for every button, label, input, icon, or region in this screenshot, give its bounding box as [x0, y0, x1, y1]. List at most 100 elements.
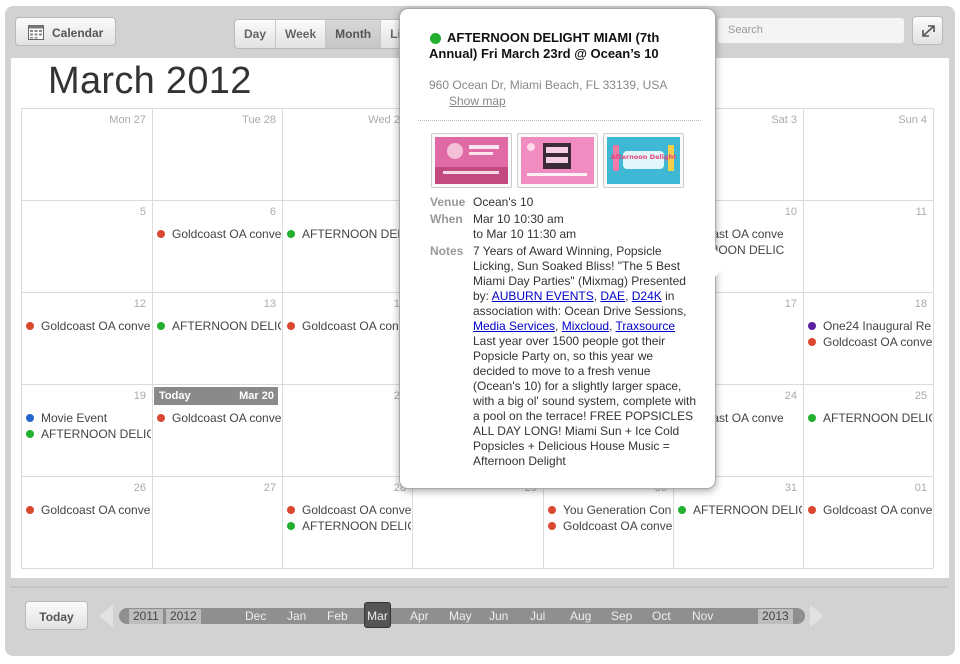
weekday-header: Sat 3: [771, 114, 797, 126]
view-day-tab[interactable]: Day: [235, 20, 277, 48]
day-number[interactable]: 11: [887, 206, 927, 218]
event-label: Goldcoast OA conve: [41, 319, 151, 333]
calendar-event[interactable]: Goldcoast OA conve: [22, 502, 151, 518]
when-label: When: [430, 212, 463, 226]
d24k-link[interactable]: D24K: [632, 289, 662, 303]
event-label: Goldcoast OA conve: [172, 227, 281, 241]
day-number[interactable]: 26: [106, 482, 146, 494]
panel-bottom-edge: [10, 586, 948, 588]
day-number[interactable]: 19: [106, 390, 146, 402]
timeline-month[interactable]: Feb: [327, 608, 348, 624]
event-image-thumbnail[interactable]: Afternoon Delight: [603, 133, 684, 188]
expand-button[interactable]: [912, 16, 943, 45]
event-dot-icon: [26, 322, 34, 330]
timeline-month[interactable]: Jun: [489, 608, 508, 624]
calendar-event[interactable]: Goldcoast OA conve: [804, 502, 932, 518]
day-number[interactable]: 12: [106, 298, 146, 310]
day-number[interactable]: 27: [236, 482, 276, 494]
expand-icon: [922, 25, 935, 37]
view-week-tab[interactable]: Week: [276, 20, 327, 48]
timeline-year[interactable]: 2012: [166, 609, 201, 624]
today-button[interactable]: Today: [25, 601, 88, 630]
timeline-month[interactable]: Jan: [287, 608, 306, 624]
timeline-month[interactable]: Nov: [692, 608, 713, 624]
media-services-link[interactable]: Media Services: [473, 319, 555, 333]
calendar-event[interactable]: AFTERNOON DELIC: [153, 318, 281, 334]
auburn-events-link[interactable]: AUBURN EVENTS: [492, 289, 594, 303]
day-number[interactable]: 01: [887, 482, 927, 494]
calendar-event[interactable]: AFTERNOON DELIC: [22, 426, 151, 442]
timeline-year[interactable]: 2011: [129, 609, 163, 624]
view-switcher: Day Week Month Lis: [234, 19, 419, 49]
day-number[interactable]: 18: [887, 298, 927, 310]
day-number[interactable]: 10: [757, 206, 797, 218]
grid-column-line: [933, 108, 934, 568]
notes-separator: ,: [555, 319, 562, 333]
calendar-event[interactable]: AFTERNOON DELIC: [674, 502, 802, 518]
day-number[interactable]: 31: [757, 482, 797, 494]
day-number[interactable]: 25: [887, 390, 927, 402]
venue-value: Ocean's 10: [473, 195, 534, 209]
calendar-event[interactable]: Goldcoast OA conve: [283, 318, 411, 334]
dae-link[interactable]: DAE: [600, 289, 625, 303]
calendar-event[interactable]: Goldcoast OA conve: [22, 318, 151, 334]
view-month-tab[interactable]: Month: [326, 20, 382, 48]
event-label: Movie Event: [41, 411, 108, 425]
flyer-image-1: [435, 137, 508, 184]
traxsource-link[interactable]: Traxsource: [616, 319, 676, 333]
today-label: Today: [159, 390, 191, 402]
weekday-header: Sun 4: [898, 114, 927, 126]
timeline-month[interactable]: Jul: [530, 608, 545, 624]
show-map-link[interactable]: Show map: [449, 94, 506, 108]
day-number[interactable]: 17: [757, 298, 797, 310]
event-label: Goldcoast OA conve: [302, 319, 411, 333]
grid-row-line: [21, 568, 933, 569]
event-dot-icon: [26, 506, 34, 514]
calendar-event[interactable]: Goldcoast OA conve: [544, 518, 672, 534]
timeline-month[interactable]: May: [449, 608, 472, 624]
calendar-event[interactable]: Goldcoast OA conve: [283, 502, 411, 518]
event-dot-icon: [26, 430, 34, 438]
calendar-event[interactable]: AFTERNOON DELIC: [804, 410, 932, 426]
today-date: Mar 20: [239, 390, 274, 402]
event-image-thumbnail[interactable]: [517, 133, 598, 188]
search-input[interactable]: Search: [717, 17, 905, 44]
timeline-year[interactable]: 2013: [758, 609, 793, 624]
timeline-selected-month[interactable]: Mar: [364, 602, 391, 628]
calendar-event[interactable]: One24 Inaugural Re: [804, 318, 932, 334]
timeline-month[interactable]: Oct: [652, 608, 671, 624]
when-start: Mar 10 10:30 am: [473, 212, 564, 226]
day-number[interactable]: 24: [757, 390, 797, 402]
today-button-label: Today: [39, 610, 74, 624]
event-label: You Generation Con: [563, 503, 672, 517]
calendar-event[interactable]: AFTERNOON DEL: [283, 226, 411, 242]
timeline-prev-arrow[interactable]: [99, 605, 113, 627]
event-image-thumbnail[interactable]: [431, 133, 512, 188]
calendar-event[interactable]: Goldcoast OA conve: [804, 334, 932, 350]
mixcloud-link[interactable]: Mixcloud: [562, 319, 609, 333]
weekday-header: Tue 28: [242, 114, 276, 126]
day-number[interactable]: 5: [106, 206, 146, 218]
grid-column-line: [282, 108, 283, 568]
event-dot-icon: [808, 322, 816, 330]
notes-separator: ,: [625, 289, 632, 303]
timeline-month[interactable]: Aug: [570, 608, 591, 624]
timeline-next-arrow[interactable]: [810, 605, 824, 627]
calendar-event[interactable]: You Generation Con: [544, 502, 672, 518]
event-label: AFTERNOON DELIC: [302, 519, 411, 533]
calendar-button[interactable]: Calendar: [15, 17, 116, 46]
day-number[interactable]: 6: [236, 206, 276, 218]
event-notes: 7 Years of Award Winning, Popsicle Licki…: [473, 244, 698, 469]
event-label: Goldcoast OA conve: [41, 503, 151, 517]
weekday-header: Mon 27: [109, 114, 146, 126]
calendar-event[interactable]: Goldcoast OA conve: [153, 410, 281, 426]
event-label: Goldcoast OA conve: [172, 411, 281, 425]
timeline-month[interactable]: Sep: [611, 608, 632, 624]
calendar-event[interactable]: AFTERNOON DELIC: [283, 518, 411, 534]
timeline-month[interactable]: Dec: [245, 608, 266, 624]
calendar-icon: [28, 25, 44, 40]
calendar-event[interactable]: Movie Event: [22, 410, 151, 426]
day-number[interactable]: 13: [236, 298, 276, 310]
calendar-event[interactable]: Goldcoast OA conve: [153, 226, 281, 242]
timeline-month[interactable]: Apr: [410, 608, 429, 624]
